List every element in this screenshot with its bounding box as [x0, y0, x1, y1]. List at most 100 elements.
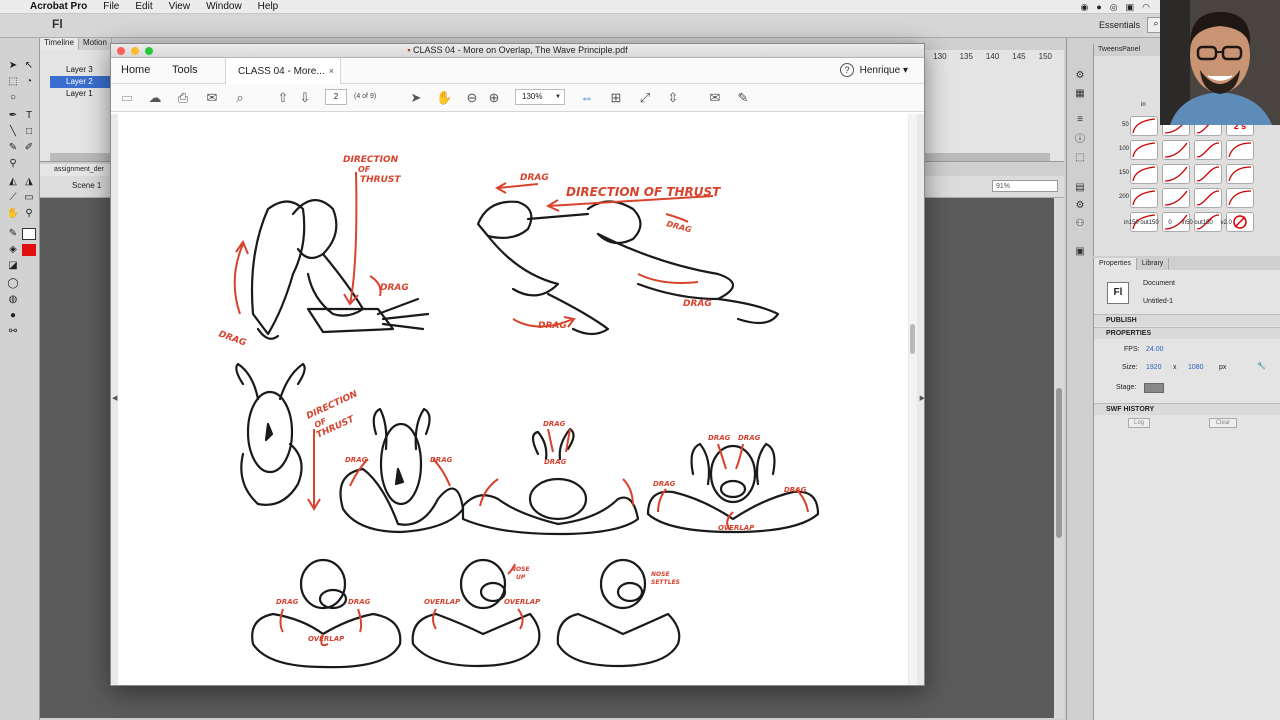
ink-bottle-icon[interactable]: ◮: [22, 176, 36, 188]
layer-row-selected[interactable]: Layer 2: [50, 76, 110, 88]
layer-row[interactable]: Layer 3: [50, 64, 110, 76]
transform-tool-icon[interactable]: ⬚: [6, 76, 20, 88]
comment-icon[interactable]: ✉: [707, 90, 723, 106]
fill-swatch[interactable]: [22, 244, 36, 256]
scroll-thumb[interactable]: [910, 324, 915, 354]
tab-timeline[interactable]: Timeline: [40, 38, 79, 50]
upload-icon[interactable]: ☁: [147, 90, 163, 106]
layer-row[interactable]: Layer 1: [50, 88, 110, 100]
align-icon[interactable]: ≡: [1074, 114, 1086, 126]
document-tab[interactable]: assignment_der: [40, 164, 120, 176]
pencil-tool-icon[interactable]: ✎: [6, 142, 20, 154]
tween-preset-button[interactable]: [1194, 140, 1222, 160]
status-icon-3[interactable]: ◎: [1110, 2, 1118, 13]
document-area[interactable]: ◀ ▶ DIRECTION OF THRUST DRAG DRAG DIRECT…: [111, 114, 924, 685]
fill-color-icon[interactable]: ◈: [6, 244, 20, 256]
swap-colors-icon[interactable]: ◪: [6, 260, 20, 272]
right-panel-toggle-icon[interactable]: ▶: [920, 394, 924, 402]
tween-preset-button[interactable]: [1226, 140, 1254, 160]
motion-presets-icon[interactable]: ⚇: [1074, 218, 1086, 230]
page-number-input[interactable]: 2: [325, 89, 347, 105]
3d-tool-icon[interactable]: ◔: [22, 76, 36, 88]
page-down-icon[interactable]: ⇩: [297, 90, 313, 106]
rect-tool-icon[interactable]: □: [22, 126, 36, 138]
status-icon-1[interactable]: ◉: [1080, 2, 1088, 13]
swatches-icon[interactable]: ▤: [1074, 182, 1086, 194]
section-swf-history[interactable]: SWF HISTORY: [1094, 403, 1280, 415]
tab-library[interactable]: Library: [1137, 258, 1170, 270]
info-icon[interactable]: ⓘ: [1074, 134, 1086, 146]
save-icon[interactable]: ▭: [119, 90, 135, 106]
fit-page-icon[interactable]: ⊞: [608, 90, 624, 106]
grid-icon[interactable]: ▦: [1074, 88, 1086, 100]
bone-tool-icon[interactable]: ⚲: [6, 158, 20, 170]
hand-icon[interactable]: ✋: [436, 90, 452, 106]
wifi-icon[interactable]: ◠: [1142, 2, 1150, 13]
tween-preset-button[interactable]: [1162, 164, 1190, 184]
snap-icon[interactable]: ◍: [6, 294, 20, 306]
text-tool-icon[interactable]: T: [22, 110, 36, 122]
full-screen-icon[interactable]: ⤢: [637, 90, 653, 106]
close-tab-icon[interactable]: ×: [329, 66, 334, 76]
workspace-switcher[interactable]: Essentials: [1099, 20, 1140, 30]
section-publish[interactable]: PUBLISH: [1094, 314, 1280, 326]
pdf-page[interactable]: DIRECTION OF THRUST DRAG DRAG DIRECTION …: [118, 114, 908, 685]
tab-properties[interactable]: Properties: [1094, 258, 1137, 270]
zoom-in-icon[interactable]: ⊕: [486, 90, 502, 106]
hand-tool-icon[interactable]: ✋: [6, 208, 20, 220]
menu-help[interactable]: Help: [250, 1, 287, 12]
search-icon[interactable]: ⌕: [232, 90, 248, 106]
zoom-tool-icon[interactable]: ⚲: [22, 208, 36, 220]
paint-bucket-icon[interactable]: ◭: [6, 176, 20, 188]
zoom-select[interactable]: 130% ▼: [515, 89, 565, 105]
scene-label[interactable]: Scene 1: [72, 181, 101, 190]
tween-preset-button[interactable]: [1162, 140, 1190, 160]
fit-width-icon[interactable]: ⇔: [579, 90, 595, 106]
stage-zoom-field[interactable]: 91%: [992, 180, 1058, 192]
tab-motion[interactable]: Motion: [79, 38, 112, 50]
stage-width[interactable]: 1920: [1146, 364, 1162, 371]
lasso-tool-icon[interactable]: ○: [6, 92, 20, 104]
tween-preset-button[interactable]: [1194, 164, 1222, 184]
menu-file[interactable]: File: [95, 1, 127, 12]
components-icon[interactable]: ⚙: [1074, 200, 1086, 212]
nav-home[interactable]: Home: [121, 64, 150, 76]
pen-tool-icon[interactable]: ✒: [6, 110, 20, 122]
left-panel-toggle-icon[interactable]: ◀: [112, 394, 117, 402]
tween-preset-button[interactable]: [1130, 188, 1158, 208]
tween-preset-button[interactable]: [1226, 164, 1254, 184]
section-properties[interactable]: PROPERTIES: [1094, 327, 1280, 339]
user-menu[interactable]: Henrique ▾: [860, 65, 908, 76]
clear-button[interactable]: Clear: [1209, 418, 1237, 428]
stroke-color-icon[interactable]: ✎: [6, 228, 20, 240]
tween-preset-button[interactable]: [1194, 188, 1222, 208]
stage-height[interactable]: 1080: [1188, 364, 1204, 371]
stroke-swatch[interactable]: [22, 228, 36, 240]
fps-value[interactable]: 24.00: [1146, 346, 1164, 353]
tween-preset-button[interactable]: [1130, 116, 1158, 136]
eyedropper-icon[interactable]: ⟋: [6, 192, 20, 204]
status-icon-2[interactable]: ●: [1096, 2, 1101, 12]
tween-preset-button[interactable]: [1130, 164, 1158, 184]
menu-window[interactable]: Window: [198, 1, 250, 12]
document-scrollbar[interactable]: [909, 114, 917, 685]
wrench-icon[interactable]: 🔧: [1257, 362, 1266, 370]
bone-icon[interactable]: ⚯: [6, 326, 20, 338]
library-icon[interactable]: ▣: [1074, 246, 1086, 258]
scroll-mode-icon[interactable]: ⇳: [665, 90, 681, 106]
gear-icon[interactable]: ⚙: [1074, 70, 1086, 82]
help-icon[interactable]: ?: [840, 63, 854, 77]
tween-preset-button[interactable]: [1226, 188, 1254, 208]
document-tab-active[interactable]: CLASS 04 - More... ×: [225, 58, 341, 84]
page-up-icon[interactable]: ⇧: [275, 90, 291, 106]
menu-app-name[interactable]: Acrobat Pro: [22, 1, 95, 12]
tween-preset-button[interactable]: [1130, 140, 1158, 160]
transform-icon[interactable]: ⬚: [1074, 152, 1086, 164]
mail-icon[interactable]: ✉: [204, 90, 220, 106]
subselection-tool-icon[interactable]: ↖: [22, 60, 36, 72]
brush-tool-icon[interactable]: ✐: [22, 142, 36, 154]
object-drawing-icon[interactable]: ◯: [6, 278, 20, 290]
menu-view[interactable]: View: [161, 1, 199, 12]
selection-tool-icon[interactable]: ➤: [6, 60, 20, 72]
log-button[interactable]: Log: [1128, 418, 1150, 428]
